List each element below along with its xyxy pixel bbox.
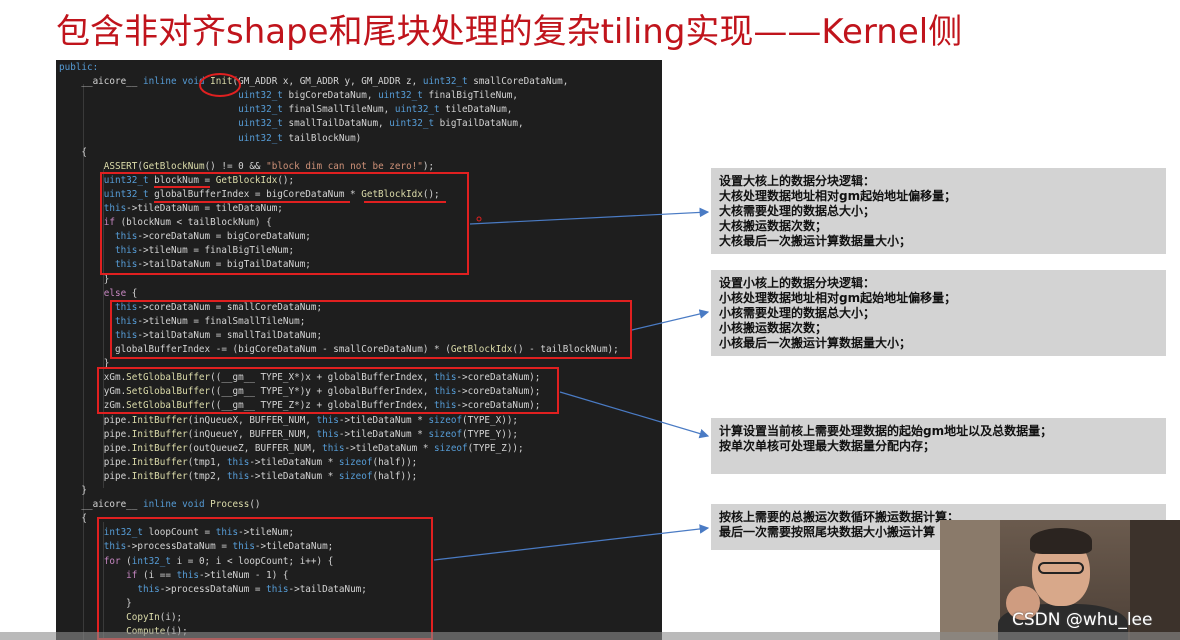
arrow-to-note-2: [631, 309, 710, 331]
note-line: 设置大核上的数据分块逻辑：: [719, 174, 876, 188]
note-line: 设置小核上的数据分块逻辑：: [719, 276, 876, 290]
note-big-core: 设置大核上的数据分块逻辑： 大核处理数据地址相对gm起始地址偏移量； 大核需要处…: [711, 168, 1166, 254]
note-line: 大核搬运数据次数；: [719, 219, 828, 233]
note-line: 小核最后一次搬运计算数据量大小；: [719, 336, 912, 350]
note-global-buffer: 计算设置当前核上需要处理数据的起始gm地址以及总数据量； 按单次单核可处理最大数…: [711, 418, 1166, 474]
presenter-glasses: [1038, 562, 1084, 574]
note-line: 小核搬运数据次数；: [719, 321, 828, 335]
note-line: 按单次单核可处理最大数据量分配内存；: [719, 439, 936, 453]
video-progress-bar[interactable]: [0, 632, 1180, 640]
note-small-core: 设置小核上的数据分块逻辑： 小核处理数据地址相对gm起始地址偏移量； 小核需要处…: [711, 270, 1166, 356]
arrow-to-note-1: [469, 207, 710, 225]
note-line: 计算设置当前核上需要处理数据的起始gm地址以及总数据量；: [719, 424, 1053, 438]
arrow-to-note-4: [433, 524, 710, 561]
note-line: 大核处理数据地址相对gm起始地址偏移量；: [719, 189, 957, 203]
presenter-hair: [1030, 528, 1092, 554]
webcam-background: [940, 520, 1000, 640]
arrow-to-note-3: [559, 391, 710, 439]
note-line: 小核需要处理的数据总大小；: [719, 306, 876, 320]
note-line: 大核需要处理的数据总大小；: [719, 204, 876, 218]
note-line: 大核最后一次搬运计算数据量大小；: [719, 234, 912, 248]
watermark: CSDN @whu_lee: [1012, 610, 1153, 630]
note-line: 小核处理数据地址相对gm起始地址偏移量；: [719, 291, 957, 305]
